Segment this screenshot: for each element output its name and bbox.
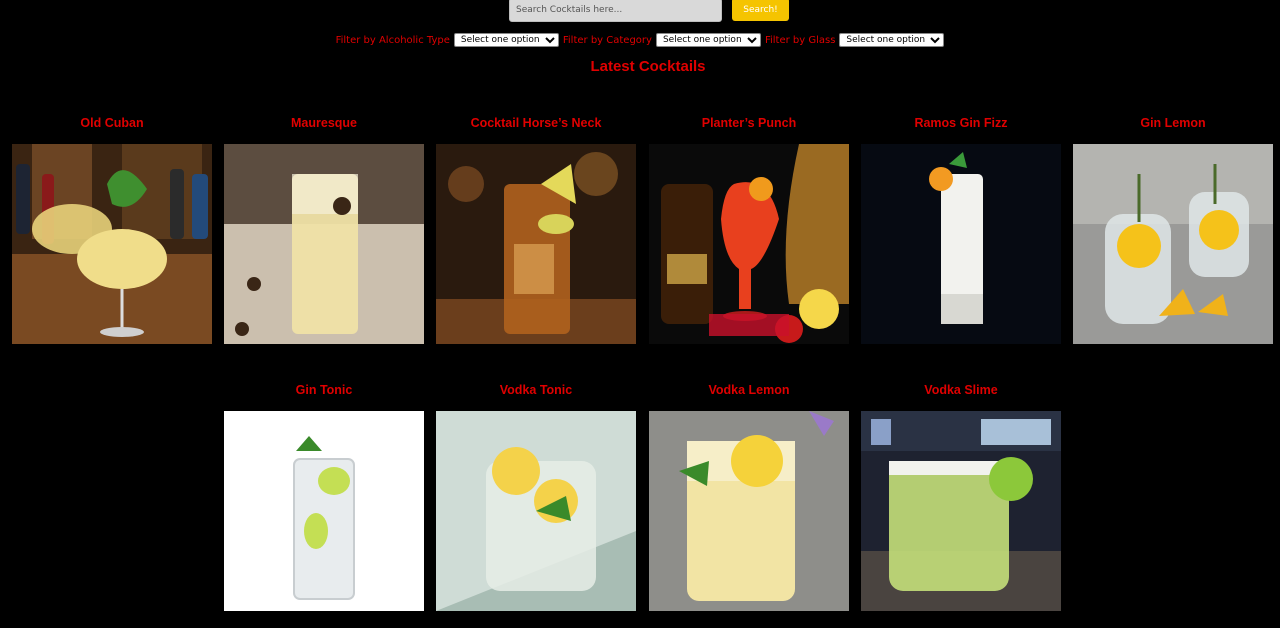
cocktail-name[interactable]: Vodka Lemon: [639, 383, 859, 397]
filter-glass-label: Filter by Glass: [764, 34, 836, 46]
cocktail-name[interactable]: Planter’s Punch: [639, 116, 859, 130]
vodka-tonic-photo[interactable]: [436, 411, 636, 611]
search-button[interactable]: Search!: [732, 0, 789, 21]
gin-lemon-photo[interactable]: [1073, 144, 1273, 344]
cocktail-name[interactable]: Gin Lemon: [1063, 116, 1280, 130]
section-title: Latest Cocktails: [590, 58, 706, 75]
cocktail-name[interactable]: Ramos Gin Fizz: [851, 116, 1071, 130]
filter-alcoholic-label: Filter by Alcoholic Type: [335, 34, 450, 46]
gin-tonic-photo[interactable]: [224, 411, 424, 611]
cocktail-name[interactable]: Mauresque: [214, 116, 434, 130]
horses-neck-photo[interactable]: [436, 144, 636, 344]
filter-bar: Filter by Alcoholic Type Select one opti…: [0, 32, 1280, 48]
ramos-gin-fizz-photo[interactable]: [861, 144, 1061, 344]
filter-category-select[interactable]: Select one option: [655, 33, 761, 47]
cocktail-name[interactable]: Cocktail Horse’s Neck: [426, 116, 646, 130]
search-input[interactable]: [509, 0, 722, 22]
old-cuban-photo[interactable]: [12, 144, 212, 344]
cocktail-name[interactable]: Gin Tonic: [214, 383, 434, 397]
filter-alcoholic-select[interactable]: Select one option: [453, 33, 559, 47]
vodka-slime-photo[interactable]: [861, 411, 1061, 611]
cocktail-name[interactable]: Old Cuban: [2, 116, 222, 130]
filter-category-label: Filter by Category: [562, 34, 652, 46]
filter-glass-select[interactable]: Select one option: [839, 33, 945, 47]
vodka-lemon-photo[interactable]: [649, 411, 849, 611]
mauresque-photo[interactable]: [224, 144, 424, 344]
planters-punch-photo[interactable]: [649, 144, 849, 344]
cocktail-name[interactable]: Vodka Tonic: [426, 383, 646, 397]
search-bar: Search!: [0, 0, 1280, 22]
cocktail-name[interactable]: Vodka Slime: [851, 383, 1071, 397]
